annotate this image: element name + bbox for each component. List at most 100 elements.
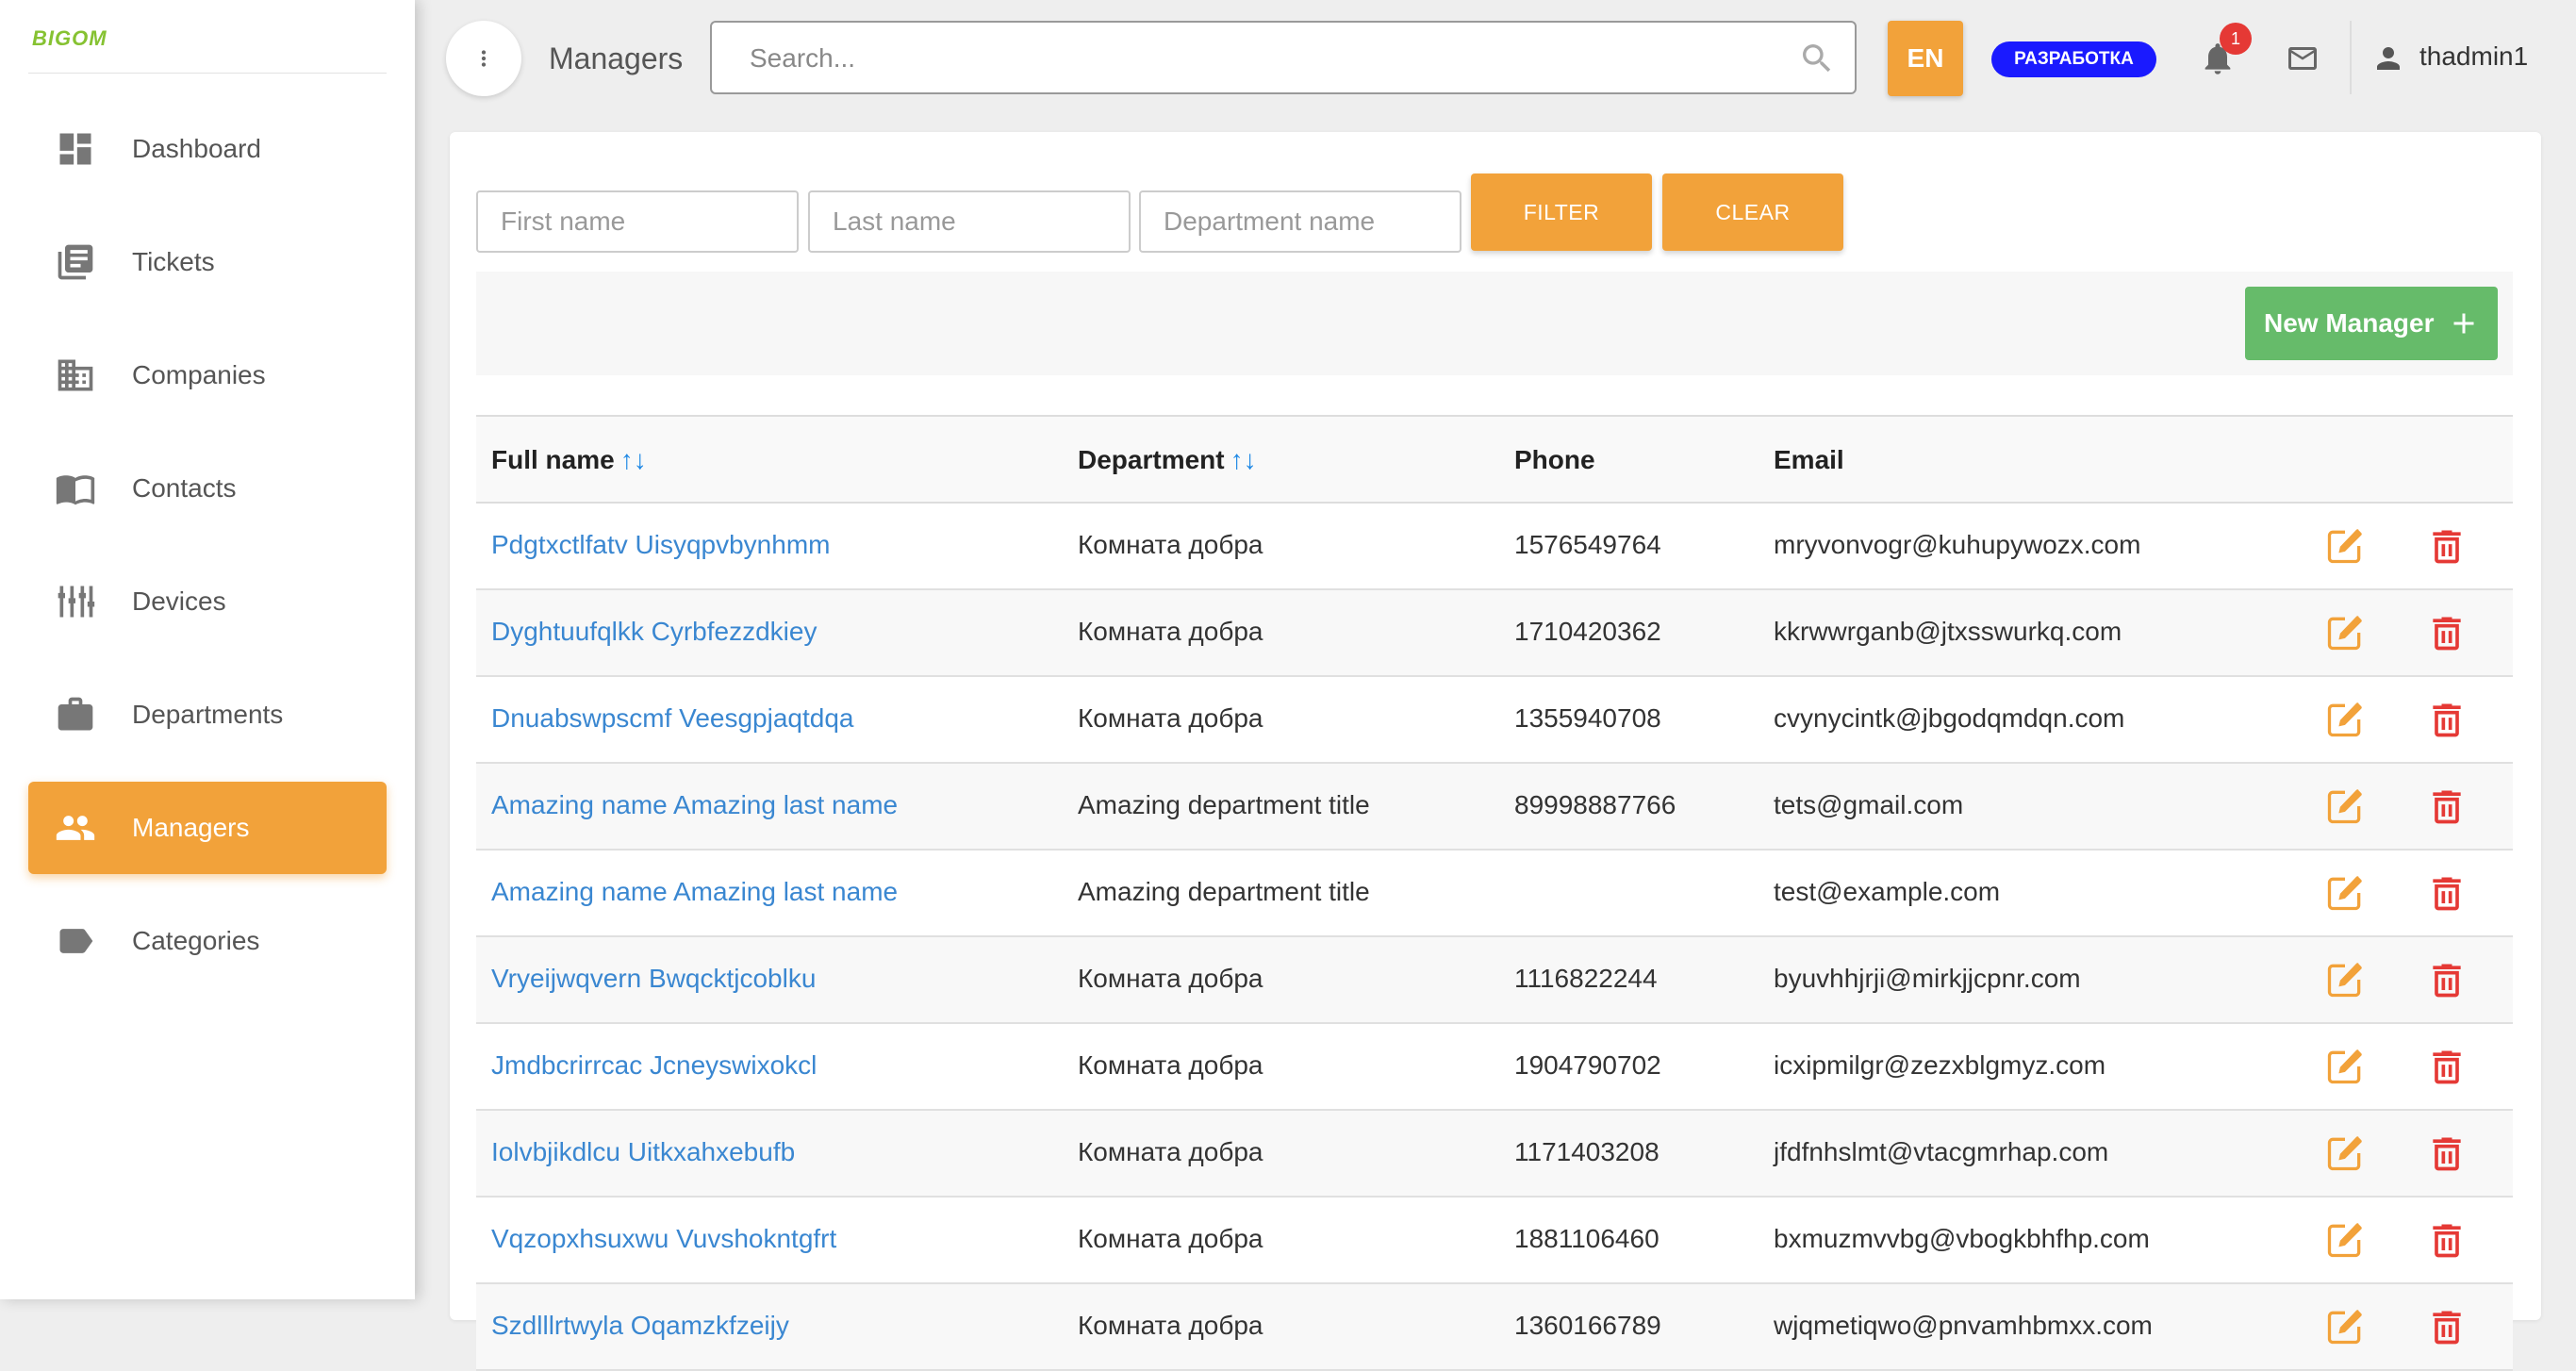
header-department[interactable]: Department ↑↓ (1078, 445, 1257, 475)
delete-icon[interactable] (2426, 1306, 2468, 1347)
email-cell: kkrwwrganb@jtxsswurkq.com (1774, 617, 2122, 646)
department-cell: Amazing department title (1078, 790, 1370, 819)
email-cell: wjqmetiqwo@pnvamhbmxx.com (1774, 1311, 2153, 1340)
table-row: Iolvbjikdlcu Uitkxahxebufb Комната добра… (476, 1111, 2513, 1198)
manager-name-link[interactable]: Jmdbcrirrcac Jcneyswixokcl (491, 1050, 817, 1081)
phone-cell: 1171403208 (1514, 1137, 1660, 1166)
sidebar-item-managers[interactable]: Managers (28, 782, 387, 874)
language-button[interactable]: EN (1888, 21, 1963, 96)
phone-cell: 1116822244 (1514, 964, 1658, 993)
edit-icon[interactable] (2324, 699, 2366, 740)
manager-name-link[interactable]: Szdlllrtwyla Oqamzkfzeijy (491, 1311, 789, 1341)
last-name-filter (808, 190, 1131, 253)
username[interactable]: thadmin1 (2419, 41, 2528, 72)
phone-cell: 1710420362 (1514, 617, 1661, 646)
topbar-divider (2350, 21, 2352, 94)
delete-icon[interactable] (2426, 699, 2468, 740)
sidebar-item-label: Companies (132, 360, 266, 389)
edit-icon[interactable] (2324, 1046, 2366, 1087)
sidebar-item-label: Devices (132, 586, 226, 616)
filter-button[interactable]: FILTER (1471, 173, 1652, 251)
email-cell: mryvonvogr@kuhupywozx.com (1774, 530, 2141, 559)
edit-icon[interactable] (2324, 1132, 2366, 1174)
manager-name-link[interactable]: Amazing name Amazing last name (491, 790, 898, 820)
delete-icon[interactable] (2426, 1132, 2468, 1174)
contacts-icon (56, 475, 95, 505)
sort-arrows-icon[interactable]: ↑↓ (1230, 445, 1257, 474)
delete-icon[interactable] (2426, 872, 2468, 914)
plus-icon (2453, 313, 2474, 334)
table-row: Dyghtuufqlkk Cyrbfezzdkiey Комната добра… (476, 590, 2513, 677)
table-row: Szdlllrtwyla Oqamzkfzeijy Комната добра … (476, 1284, 2513, 1371)
sidebar-item-tickets[interactable]: Tickets (28, 216, 387, 308)
email-cell: byuvhhjrji@mirkjjcpnr.com (1774, 964, 2081, 993)
sidebar-item-departments[interactable]: Departments (28, 669, 387, 761)
header-phone: Phone (1514, 445, 1595, 474)
logo-divider (28, 73, 387, 74)
more-menu-button[interactable] (446, 21, 521, 96)
header-full-name[interactable]: Full name ↑↓ (491, 445, 647, 475)
search-box (710, 21, 1857, 94)
edit-icon[interactable] (2324, 959, 2366, 1000)
phone-cell: 1360166789 (1514, 1311, 1661, 1340)
table-row: Amazing name Amazing last name Amazing d… (476, 764, 2513, 851)
sidebar-item-label: Tickets (132, 247, 215, 276)
department-cell: Комната добра (1078, 964, 1263, 993)
clear-button[interactable]: CLEAR (1662, 173, 1843, 251)
table-row: Jmdbcrirrcac Jcneyswixokcl Комната добра… (476, 1024, 2513, 1111)
table-row: Pdgtxctlfatv Uisyqpvbynhmm Комната добра… (476, 504, 2513, 590)
user-icon[interactable] (2371, 41, 2405, 75)
search-input[interactable] (748, 40, 1770, 77)
header-email: Email (1774, 445, 1844, 474)
sidebar-item-devices[interactable]: Devices (28, 555, 387, 648)
department-filter (1139, 190, 1461, 253)
delete-icon[interactable] (2426, 959, 2468, 1000)
sidebar-item-categories[interactable]: Categories (28, 895, 387, 987)
app-logo[interactable]: BIGOM (32, 26, 107, 51)
edit-icon[interactable] (2324, 785, 2366, 827)
edit-icon[interactable] (2324, 612, 2366, 653)
delete-icon[interactable] (2426, 1219, 2468, 1261)
phone-cell: 1355940708 (1514, 703, 1661, 733)
mail-icon[interactable] (2284, 41, 2321, 75)
manager-name-link[interactable]: Dyghtuufqlkk Cyrbfezzdkiey (491, 617, 817, 647)
delete-icon[interactable] (2426, 525, 2468, 567)
phone-cell: 1881106460 (1514, 1224, 1660, 1253)
managers-icon (56, 816, 95, 840)
table-row: Amazing name Amazing last name Amazing d… (476, 851, 2513, 937)
email-cell: jfdfnhslmt@vtacgmrhap.com (1774, 1137, 2109, 1166)
manager-name-link[interactable]: Dnuabswpscmf Veesgpjaqtdqa (491, 703, 853, 734)
department-cell: Комната добра (1078, 1137, 1263, 1166)
sidebar-item-dashboard[interactable]: Dashboard (28, 103, 387, 195)
sidebar-item-companies[interactable]: Companies (28, 329, 387, 421)
delete-icon[interactable] (2426, 785, 2468, 827)
email-cell: cvynycintk@jbgodqmdqn.com (1774, 703, 2125, 733)
delete-icon[interactable] (2426, 612, 2468, 653)
first-name-input[interactable] (478, 192, 797, 251)
department-cell: Комната добра (1078, 530, 1263, 559)
search-icon[interactable] (1798, 40, 1836, 77)
phone-cell: 1576549764 (1514, 530, 1661, 559)
table-row: Vqzopxhsuxwu Vuvshokntgfrt Комната добра… (476, 1198, 2513, 1284)
table-body: Pdgtxctlfatv Uisyqpvbynhmm Комната добра… (476, 504, 2513, 1371)
edit-icon[interactable] (2324, 1219, 2366, 1261)
department-cell: Комната добра (1078, 617, 1263, 646)
edit-icon[interactable] (2324, 872, 2366, 914)
delete-icon[interactable] (2426, 1046, 2468, 1087)
edit-icon[interactable] (2324, 1306, 2366, 1347)
new-manager-button[interactable]: New Manager (2245, 287, 2498, 360)
last-name-input[interactable] (810, 192, 1129, 251)
manager-name-link[interactable]: Vryeijwqvern Bwqcktjcoblku (491, 964, 816, 994)
department-name-input[interactable] (1141, 192, 1460, 251)
sidebar-item-contacts[interactable]: Contacts (28, 442, 387, 535)
manager-name-link[interactable]: Iolvbjikdlcu Uitkxahxebufb (491, 1137, 795, 1167)
manager-name-link[interactable]: Vqzopxhsuxwu Vuvshokntgfrt (491, 1224, 836, 1254)
manager-name-link[interactable]: Pdgtxctlfatv Uisyqpvbynhmm (491, 530, 830, 560)
email-cell: test@example.com (1774, 877, 2001, 906)
manager-name-link[interactable]: Amazing name Amazing last name (491, 877, 898, 907)
email-cell: icxipmilgr@zezxblgmyz.com (1774, 1050, 2106, 1080)
dashboard-icon (59, 133, 91, 165)
table-header: Full name ↑↓ Department ↑↓ Phone Email (476, 415, 2513, 504)
edit-icon[interactable] (2324, 525, 2366, 567)
sort-arrows-icon[interactable]: ↑↓ (620, 445, 647, 474)
